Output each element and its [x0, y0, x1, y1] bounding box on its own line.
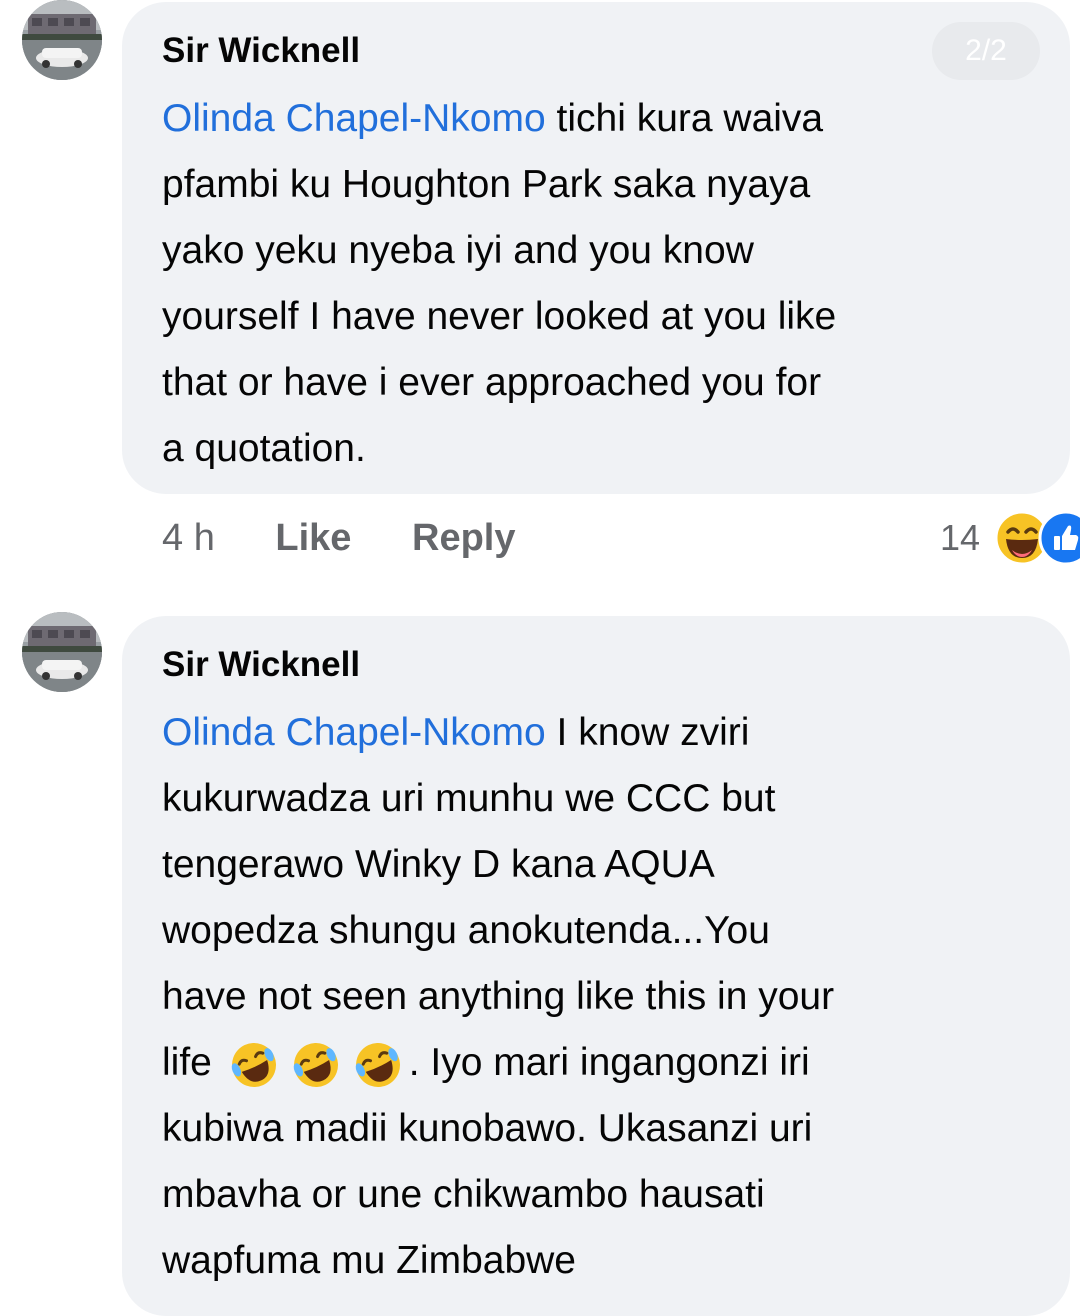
timestamp[interactable]: 4 h — [162, 517, 215, 559]
rofl-emoji-icon — [293, 1042, 338, 1087]
mention-link[interactable]: Olinda Chapel-Nkomo — [162, 97, 546, 140]
avatar-photo — [22, 612, 102, 692]
comment-2: Sir Wicknell Olinda Chapel-Nkomo I know … — [0, 612, 1080, 1316]
comment-author[interactable]: Sir Wicknell — [162, 30, 1030, 72]
reply-button[interactable]: Reply — [412, 517, 515, 559]
like-reaction-icon — [1038, 510, 1080, 566]
avatar[interactable] — [22, 612, 102, 692]
mention-link[interactable]: Olinda Chapel-Nkomo — [162, 711, 546, 754]
rofl-emoji-icon — [355, 1042, 400, 1087]
comment-bubble: 2/2 Sir Wicknell Olinda Chapel-Nkomo tic… — [122, 2, 1070, 494]
page-indicator-badge: 2/2 — [932, 22, 1040, 80]
comment-bubble: Sir Wicknell Olinda Chapel-Nkomo I know … — [122, 616, 1070, 1316]
reaction-summary[interactable]: 14 — [940, 508, 1080, 568]
comment-text: Olinda Chapel-Nkomo I know zviri kukurwa… — [162, 700, 1030, 1294]
comment-text: Olinda Chapel-Nkomo tichi kura waiva pfa… — [162, 86, 1030, 482]
comment-actions: 4 h Like Reply — [162, 513, 565, 563]
avatar[interactable] — [22, 0, 102, 80]
comment-1: 2/2 Sir Wicknell Olinda Chapel-Nkomo tic… — [0, 0, 1080, 600]
avatar-photo — [22, 0, 102, 80]
comment-author[interactable]: Sir Wicknell — [162, 644, 1030, 686]
like-button[interactable]: Like — [275, 517, 351, 559]
reaction-count: 14 — [939, 517, 980, 558]
comment-body-start: I know zviri kukurwadza uri munhu we CCC… — [162, 711, 835, 1084]
comment-body: tichi kura waiva pfambi ku Houghton Park… — [162, 97, 837, 470]
rofl-emoji-icon — [231, 1042, 276, 1087]
